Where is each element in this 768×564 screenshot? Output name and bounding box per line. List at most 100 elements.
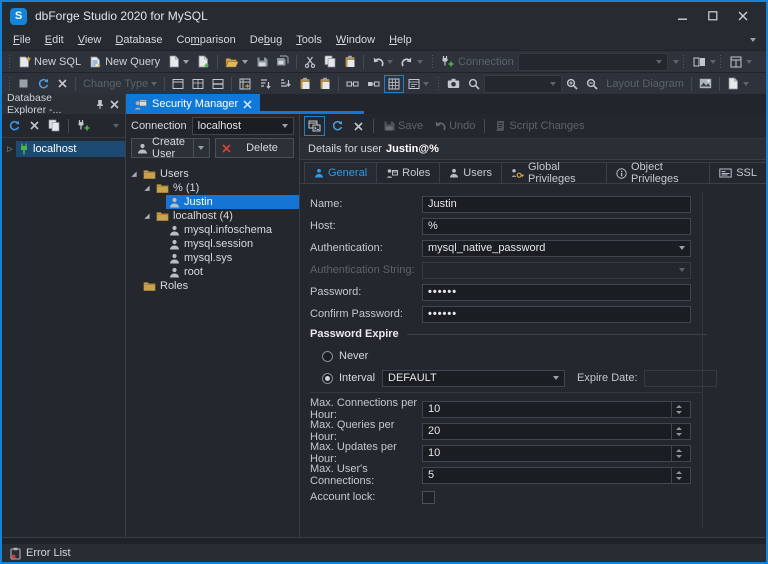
delete-user-button[interactable]: Delete — [215, 138, 294, 158]
change-type-button[interactable]: Change Type — [79, 75, 161, 93]
never-radio[interactable] — [322, 350, 333, 362]
result-view-button[interactable] — [188, 75, 208, 93]
split-view-button[interactable] — [208, 75, 228, 93]
name-input[interactable]: Justin — [422, 195, 691, 213]
menu-item-comparison[interactable]: Comparison — [169, 32, 242, 48]
grid-view-button[interactable] — [384, 74, 405, 93]
new-query-button[interactable]: New Query — [85, 53, 164, 71]
explorer-close-icon[interactable] — [109, 99, 120, 110]
pivot-button[interactable] — [235, 75, 255, 93]
save-all-button[interactable] — [272, 53, 293, 71]
stop-button[interactable] — [14, 75, 33, 93]
open-file-button[interactable] — [221, 53, 252, 71]
tree-expander-icon[interactable]: ◢ — [141, 184, 153, 192]
tab-ssl[interactable]: SSL — [709, 162, 766, 183]
details-undo-button[interactable]: Undo — [429, 116, 479, 136]
tab-users[interactable]: Users — [439, 162, 502, 183]
minimize-button[interactable] — [668, 5, 698, 27]
tree-item-localhost[interactable]: ▷ localhost — [2, 141, 125, 157]
sort-desc-button[interactable] — [275, 75, 295, 93]
explorer-disconnect-button[interactable] — [25, 117, 43, 135]
new-sql-button[interactable]: New SQL — [14, 53, 85, 71]
maximize-button[interactable] — [698, 5, 728, 27]
new-window-button[interactable]: "> — [193, 53, 214, 71]
tree-item-users[interactable]: ◢ Users — [126, 167, 299, 181]
sort-asc-button[interactable] — [255, 75, 275, 93]
details-refresh-button[interactable] — [327, 116, 347, 136]
zoom-combobox[interactable] — [484, 74, 563, 93]
find-button[interactable] — [464, 75, 484, 93]
toolbar-overflow-caret-icon[interactable] — [742, 81, 749, 86]
password-input[interactable]: •••••• — [422, 283, 691, 301]
tree-item-root[interactable]: root — [126, 265, 299, 279]
menu-item-database[interactable]: Database — [108, 32, 169, 48]
menu-overflow-caret-icon[interactable] — [750, 38, 756, 42]
authentication-combobox[interactable]: mysql_native_password — [422, 239, 691, 257]
max-connections-per-hour-stepper[interactable]: 10 — [422, 400, 691, 418]
account-lock-checkbox[interactable] — [422, 490, 435, 504]
tab-global-privileges[interactable]: Global Privileges — [501, 161, 607, 185]
menu-item-tools[interactable]: Tools — [289, 32, 329, 48]
error-list-label[interactable]: Error List — [26, 547, 71, 559]
report-button[interactable] — [723, 75, 743, 93]
spinner-arrows-icon[interactable] — [671, 467, 685, 483]
data-compare-button[interactable] — [689, 53, 710, 71]
card-view-button[interactable] — [404, 75, 433, 93]
interval-radio[interactable] — [322, 372, 333, 384]
tree-item-1[interactable]: ◢ % (1) — [126, 181, 299, 195]
copy-button[interactable] — [320, 53, 340, 71]
paste-append-button[interactable] — [315, 75, 335, 93]
menu-item-debug[interactable]: Debug — [243, 32, 289, 48]
toolbar-overflow-caret-icon[interactable] — [672, 59, 679, 64]
max-queries-per-hour-stepper[interactable]: 20 — [422, 422, 691, 440]
explorer-new-connection-button[interactable] — [74, 117, 92, 135]
undo-button[interactable] — [367, 53, 397, 71]
create-user-button[interactable]: Create User — [131, 136, 210, 160]
connection-combobox[interactable] — [517, 52, 668, 71]
new-document-button[interactable] — [164, 53, 193, 71]
tree-item-roles[interactable]: Roles — [126, 279, 299, 293]
export-image-button[interactable] — [695, 75, 716, 93]
new-connection-button[interactable] — [437, 53, 458, 71]
menu-item-edit[interactable]: Edit — [38, 32, 71, 48]
spinner-arrows-icon[interactable] — [671, 445, 685, 461]
screenshot-button[interactable] — [443, 75, 464, 93]
max-user-s-connections-stepper[interactable]: 5 — [422, 466, 691, 484]
tab-general[interactable]: General — [304, 162, 378, 183]
zoom-in-button[interactable] — [562, 75, 582, 93]
details-save-button[interactable]: Save — [379, 116, 427, 136]
tab-roles[interactable]: Roles — [376, 162, 441, 183]
spinner-arrows-icon[interactable] — [671, 401, 685, 417]
explorer-refresh-button[interactable] — [5, 117, 23, 135]
host-input[interactable]: % — [422, 217, 691, 235]
refresh-button[interactable] — [33, 75, 53, 93]
menu-item-help[interactable]: Help — [382, 32, 419, 48]
menu-item-window[interactable]: Window — [329, 32, 382, 48]
paste-button[interactable] — [340, 53, 360, 71]
tab-close-icon[interactable] — [243, 100, 252, 109]
tree-expander-icon[interactable]: ◢ — [128, 170, 140, 178]
redo-button[interactable] — [397, 53, 427, 71]
interval-combobox[interactable]: DEFAULT — [382, 369, 565, 387]
menu-item-file[interactable]: File — [6, 32, 38, 48]
tab-object-privileges[interactable]: Object Privileges — [605, 161, 711, 185]
max-updates-per-hour-stepper[interactable]: 10 — [422, 444, 691, 462]
tree-expander-icon[interactable]: ◢ — [141, 212, 153, 220]
spinner-arrows-icon[interactable] — [671, 423, 685, 439]
script-window-button[interactable] — [304, 116, 325, 136]
pin-icon[interactable] — [95, 99, 105, 110]
window-layout-button[interactable] — [726, 53, 746, 71]
save-button[interactable] — [252, 53, 272, 71]
tree-item-localhost-4[interactable]: ◢ localhost (4) — [126, 209, 299, 223]
create-user-dropdown[interactable] — [193, 139, 204, 157]
confirm-password-input[interactable]: •••••• — [422, 305, 691, 323]
link-next-button[interactable] — [363, 75, 384, 93]
close-document-button[interactable] — [53, 75, 72, 93]
zoom-out-button[interactable] — [582, 75, 602, 93]
details-close-button[interactable] — [349, 116, 368, 136]
menu-item-view[interactable]: View — [71, 32, 109, 48]
toolbar-overflow-caret-icon[interactable] — [709, 59, 716, 64]
paste-special-button[interactable] — [295, 75, 315, 93]
tree-item-justin[interactable]: Justin — [126, 195, 299, 209]
toolbar-overflow-caret-icon[interactable] — [745, 59, 752, 64]
